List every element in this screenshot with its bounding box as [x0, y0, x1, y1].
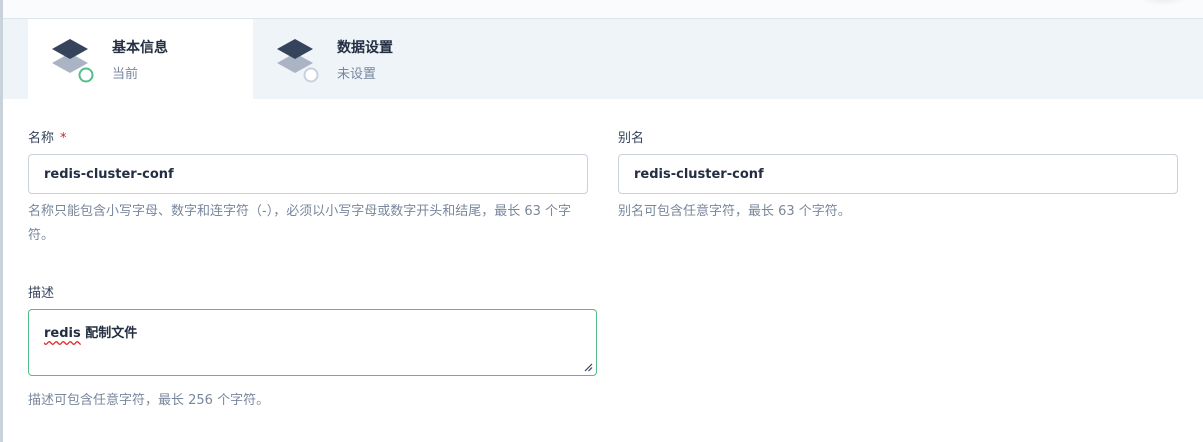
description-textarea[interactable]: redis 配制文件 — [28, 309, 597, 376]
layers-icon — [52, 39, 94, 83]
layers-icon — [277, 39, 319, 83]
step-status: 未设置 — [337, 67, 377, 82]
resize-handle-icon[interactable] — [583, 362, 593, 372]
name-input[interactable] — [28, 154, 588, 194]
steps-bar: 基本信息 当前 数据设置 未设置 — [3, 19, 1203, 99]
top-bar — [0, 0, 1203, 19]
spellcheck-word: redis — [44, 326, 81, 341]
description-hint: 描述可包含任意字符，最长 256 个字符。 — [28, 393, 270, 408]
alias-label: 别名 — [618, 131, 645, 146]
name-hint: 名称只能包含小写字母、数字和连字符（-），必须以小写字母或数字开头和结尾，最长 … — [28, 204, 571, 243]
top-bar-shadow — [1133, 0, 1193, 6]
step-title: 基本信息 — [112, 40, 168, 56]
step-data-settings[interactable]: 数据设置 未设置 — [253, 19, 483, 99]
step-status: 当前 — [112, 67, 139, 82]
description-label: 描述 — [28, 286, 55, 301]
description-text: 配制文件 — [80, 326, 138, 341]
name-label: 名称 * — [28, 127, 67, 146]
step-title: 数据设置 — [337, 40, 393, 56]
alias-input[interactable] — [618, 154, 1178, 194]
name-label-text: 名称 — [28, 131, 55, 146]
step-basic-info[interactable]: 基本信息 当前 — [28, 19, 253, 99]
alias-hint: 别名可包含任意字符，最长 63 个字符。 — [618, 204, 851, 219]
required-mark: * — [60, 131, 67, 146]
